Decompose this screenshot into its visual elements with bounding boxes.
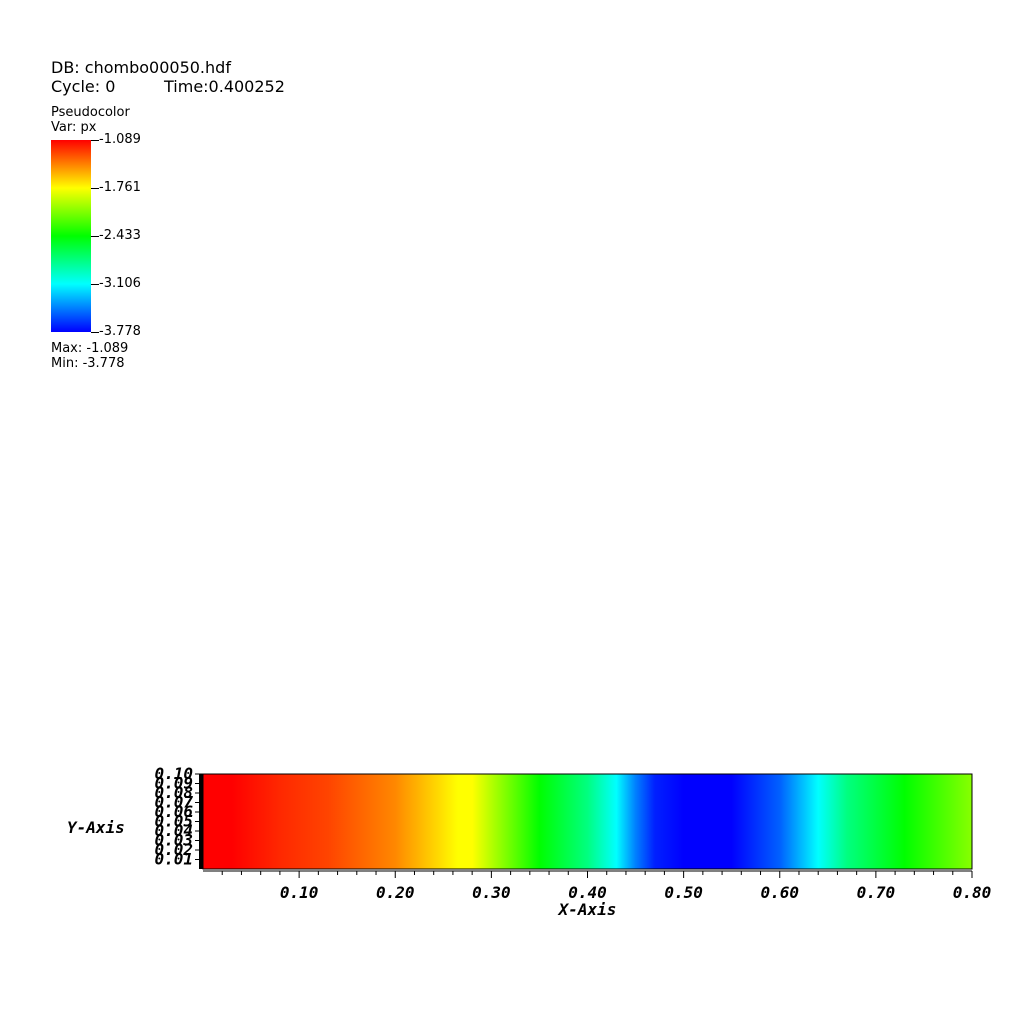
heatmap-field [203,774,972,869]
x-tick-label: 0.20 [376,883,415,902]
x-tick-label: 0.70 [857,883,896,902]
y-axis-title: Y-Axis [67,818,125,837]
y-tick-label: 0.10 [154,764,193,783]
x-tick-label: 0.60 [760,883,799,902]
x-axis-title: X-Axis [557,900,617,919]
plot-area: 0.10 0.20 0.30 0.40 0.50 0.60 0.70 0.80X-Axis0.… [67,764,992,919]
x-tick-label: 0.10 [280,883,319,902]
x-tick-label: 0.80 [953,883,992,902]
x-tick-label: 0.50 [664,883,703,902]
x-tick-label: 0.30 [472,883,511,902]
